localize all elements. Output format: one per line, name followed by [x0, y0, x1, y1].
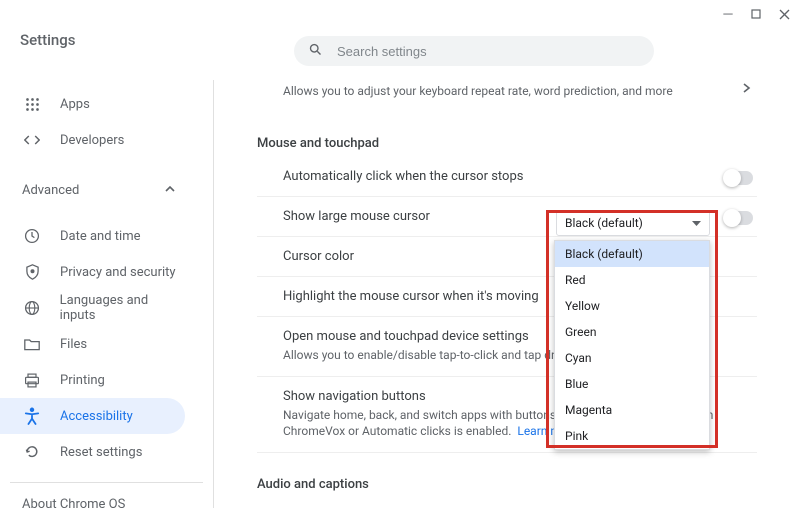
sidebar-item-label: Date and time [60, 229, 141, 244]
window-controls: ─ [718, 4, 794, 24]
sidebar-item-developers[interactable]: Developers [0, 122, 185, 158]
maximize-icon[interactable] [746, 4, 766, 24]
dropdown-option[interactable]: Red [555, 267, 709, 293]
sidebar-item-label: Accessibility [60, 409, 133, 424]
sidebar-item-label: Reset settings [60, 445, 142, 460]
sidebar-section-label: Advanced [22, 183, 79, 198]
close-icon[interactable] [774, 4, 794, 24]
row-auto-click: Automatically click when the cursor stop… [257, 157, 757, 197]
code-icon [22, 130, 42, 150]
sidebar-item-label: Languages and inputs [60, 293, 185, 323]
clock-icon [22, 226, 42, 246]
dropdown-button[interactable]: Black (default) [556, 210, 710, 236]
dropdown-option[interactable]: Magenta [555, 397, 709, 423]
row-primary: Automatically click when the cursor stop… [283, 169, 755, 184]
minimize-icon[interactable]: ─ [718, 4, 738, 24]
dropdown-option[interactable]: Green [555, 319, 709, 345]
sidebar-item-apps[interactable]: Apps [0, 86, 185, 122]
shield-icon [22, 262, 42, 282]
chevron-up-icon [165, 183, 175, 198]
dropdown-option[interactable]: Yellow [555, 293, 709, 319]
section-mouse: Mouse and touchpad [257, 136, 757, 151]
toggle-auto-click[interactable] [725, 171, 753, 185]
dropdown-option[interactable]: Blue [555, 371, 709, 397]
folder-icon [22, 334, 42, 354]
sidebar-item-label: Apps [60, 97, 90, 112]
sidebar-item-label: Privacy and security [60, 265, 176, 280]
globe-icon [22, 298, 42, 318]
sidebar-item-printing[interactable]: Printing [0, 362, 185, 398]
dropdown-selected: Black (default) [565, 216, 643, 230]
sidebar-item-files[interactable]: Files [0, 326, 185, 362]
printer-icon [22, 370, 42, 390]
dropdown-menu: Black (default) Red Yellow Green Cyan Bl… [554, 240, 710, 450]
sidebar-section-advanced[interactable]: Advanced [0, 172, 185, 208]
cursor-color-dropdown: Black (default) Black (default) Red Yell… [550, 210, 720, 450]
row-secondary: Allows you to adjust your keyboard repea… [283, 83, 755, 100]
sidebar: Apps Developers Advanced Date and time P… [0, 80, 214, 508]
accessibility-icon [22, 406, 42, 426]
sidebar-item-languages[interactable]: Languages and inputs [0, 290, 185, 326]
toggle-large-cursor[interactable] [725, 211, 753, 225]
sidebar-item-datetime[interactable]: Date and time [0, 218, 185, 254]
search-field[interactable] [294, 36, 654, 66]
page-title: Settings [20, 31, 76, 49]
chevron-right-icon [743, 82, 751, 97]
reset-icon [22, 442, 42, 462]
sidebar-item-reset[interactable]: Reset settings [0, 434, 185, 470]
dropdown-option[interactable]: Pink [555, 423, 709, 449]
row-captions[interactable]: Captions [257, 498, 757, 508]
sidebar-item-label: Files [60, 337, 87, 352]
about-link[interactable]: About Chrome OS [0, 483, 213, 526]
dropdown-option[interactable]: Cyan [555, 345, 709, 371]
sidebar-item-label: Printing [60, 373, 105, 388]
section-audio: Audio and captions [257, 477, 757, 492]
search-icon [308, 42, 337, 61]
row-keyboard-hint[interactable]: Allows you to adjust your keyboard repea… [257, 68, 757, 112]
search-input[interactable] [337, 44, 640, 59]
sidebar-item-label: Developers [60, 133, 124, 148]
sidebar-item-accessibility[interactable]: Accessibility [0, 398, 185, 434]
dropdown-option[interactable]: Black (default) [555, 241, 709, 267]
chevron-down-icon [692, 216, 701, 230]
apps-icon [22, 94, 42, 114]
sidebar-item-privacy[interactable]: Privacy and security [0, 254, 185, 290]
